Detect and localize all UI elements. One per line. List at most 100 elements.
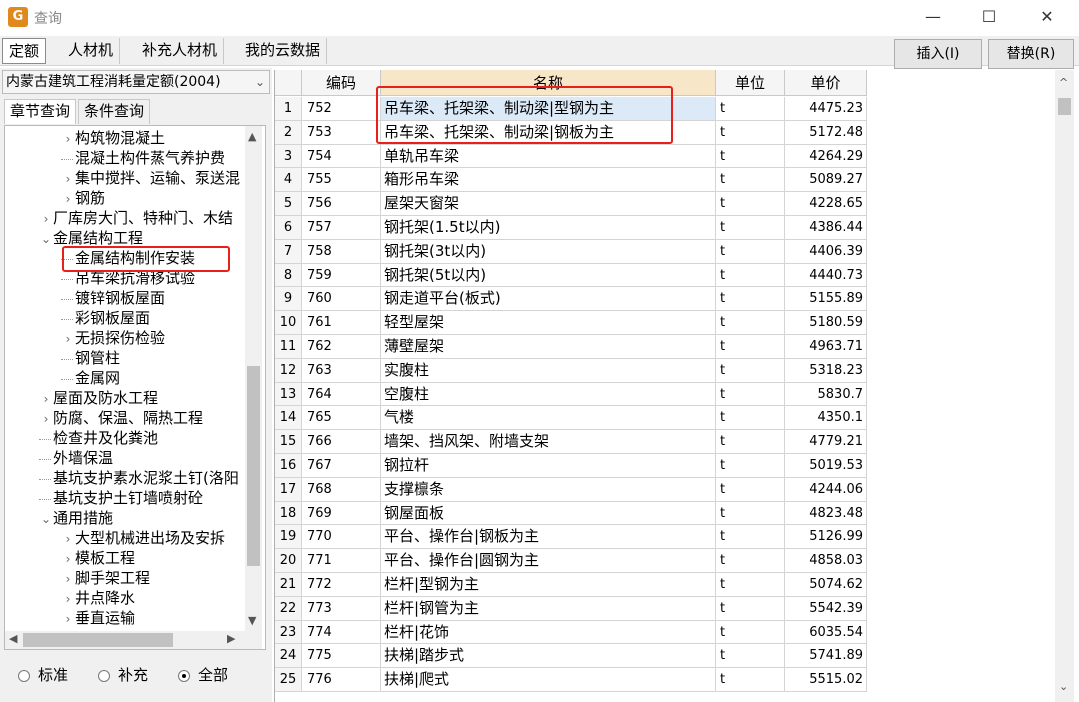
table-row[interactable]: 13 764 空腹柱 t 5830.7 xyxy=(275,382,867,407)
tree-item[interactable]: › 脚手架工程 xyxy=(61,568,150,588)
tree-item[interactable]: 金属网 xyxy=(61,368,120,388)
row-number-cell[interactable]: 5 xyxy=(275,192,302,216)
code-cell[interactable]: 753 xyxy=(302,120,381,145)
tab-quota[interactable]: 定额 xyxy=(2,38,47,64)
row-number-cell[interactable]: 12 xyxy=(275,358,302,383)
unit-cell[interactable]: t xyxy=(716,239,785,264)
code-cell[interactable]: 776 xyxy=(302,668,381,692)
tab-supplement-lmm[interactable]: 补充人材机 xyxy=(136,38,225,64)
code-cell[interactable]: 775 xyxy=(302,644,381,669)
name-cell[interactable]: 平台、操作台|钢板为主 xyxy=(381,525,716,550)
quota-library-select[interactable]: 内蒙古建筑工程消耗量定额(2004) ⌄ xyxy=(2,70,270,94)
table-row[interactable]: 25 776 扶梯|爬式 t 5515.02 xyxy=(275,668,867,692)
name-cell[interactable]: 钢托架(3t以内) xyxy=(381,239,716,264)
scroll-right-icon[interactable]: ▶ xyxy=(227,632,235,645)
minimize-button[interactable]: — xyxy=(905,0,961,34)
code-cell[interactable]: 754 xyxy=(302,144,381,169)
price-cell[interactable]: 4228.65 xyxy=(785,192,867,216)
chevron-right-icon[interactable]: › xyxy=(61,189,75,209)
name-cell[interactable]: 栏杆|型钢为主 xyxy=(381,573,716,597)
price-cell[interactable]: 5074.62 xyxy=(785,573,867,597)
unit-cell[interactable]: t xyxy=(716,501,785,526)
price-cell[interactable]: 5180.59 xyxy=(785,311,867,335)
name-cell[interactable]: 空腹柱 xyxy=(381,382,716,407)
name-cell[interactable]: 吊车梁、托架梁、制动梁|型钢为主 xyxy=(381,97,716,121)
tab-labor-material-machine[interactable]: 人材机 xyxy=(62,38,121,64)
scroll-down-icon[interactable]: ⌄ xyxy=(1059,680,1068,693)
table-row[interactable]: 16 767 钢拉杆 t 5019.53 xyxy=(275,454,867,478)
tree-item[interactable]: 吊车梁抗滑移试验 xyxy=(61,268,195,288)
price-cell[interactable]: 5830.7 xyxy=(785,382,867,407)
tree-item[interactable]: 基坑支护土钉墙喷射砼 xyxy=(39,488,203,508)
name-cell[interactable]: 扶梯|爬式 xyxy=(381,668,716,692)
chevron-right-icon[interactable]: › xyxy=(61,549,75,569)
row-number-cell[interactable]: 17 xyxy=(275,477,302,502)
unit-cell[interactable]: t xyxy=(716,311,785,335)
name-cell[interactable]: 钢拉杆 xyxy=(381,454,716,478)
header-code[interactable]: 编码 xyxy=(302,70,381,96)
name-cell[interactable]: 平台、操作台|圆钢为主 xyxy=(381,549,716,573)
scroll-left-icon[interactable]: ◀ xyxy=(9,632,17,645)
tree-item[interactable]: › 大型机械进出场及安拆 xyxy=(61,528,225,548)
unit-cell[interactable]: t xyxy=(716,406,785,431)
price-cell[interactable]: 4350.1 xyxy=(785,406,867,431)
price-cell[interactable]: 4823.48 xyxy=(785,501,867,526)
unit-cell[interactable]: t xyxy=(716,430,785,454)
code-cell[interactable]: 766 xyxy=(302,430,381,454)
name-cell[interactable]: 单轨吊车梁 xyxy=(381,144,716,169)
price-cell[interactable]: 4406.39 xyxy=(785,239,867,264)
code-cell[interactable]: 767 xyxy=(302,454,381,478)
scroll-up-icon[interactable]: ▲ xyxy=(248,130,256,143)
code-cell[interactable]: 768 xyxy=(302,477,381,502)
price-cell[interactable]: 5542.39 xyxy=(785,596,867,621)
replace-button[interactable]: 替换(R) xyxy=(988,39,1074,69)
name-cell[interactable]: 薄壁屋架 xyxy=(381,335,716,359)
row-number-cell[interactable]: 2 xyxy=(275,120,302,145)
chevron-right-icon[interactable]: › xyxy=(39,389,53,409)
chevron-right-icon[interactable]: › xyxy=(39,209,53,229)
name-cell[interactable]: 支撑檩条 xyxy=(381,477,716,502)
table-row[interactable]: 20 771 平台、操作台|圆钢为主 t 4858.03 xyxy=(275,549,867,573)
tree-scroll-thumb[interactable] xyxy=(247,366,260,566)
name-cell[interactable]: 扶梯|踏步式 xyxy=(381,644,716,669)
name-cell[interactable]: 吊车梁、托架梁、制动梁|钢板为主 xyxy=(381,120,716,145)
table-row[interactable]: 6 757 钢托架(1.5t以内) t 4386.44 xyxy=(275,216,867,240)
code-cell[interactable]: 774 xyxy=(302,620,381,645)
tree-item[interactable]: › 井点降水 xyxy=(61,588,135,608)
tree-item[interactable]: 钢管柱 xyxy=(61,348,120,368)
price-cell[interactable]: 6035.54 xyxy=(785,620,867,645)
code-cell[interactable]: 756 xyxy=(302,192,381,216)
price-cell[interactable]: 4386.44 xyxy=(785,216,867,240)
row-number-cell[interactable]: 7 xyxy=(275,239,302,264)
row-number-cell[interactable]: 25 xyxy=(275,668,302,692)
radio-supplement-icon[interactable] xyxy=(98,669,110,682)
unit-cell[interactable]: t xyxy=(716,287,785,312)
row-number-cell[interactable]: 24 xyxy=(275,644,302,669)
header-unit[interactable]: 单位 xyxy=(716,70,785,96)
row-number-cell[interactable]: 13 xyxy=(275,382,302,407)
name-cell[interactable]: 栏杆|花饰 xyxy=(381,620,716,645)
table-row[interactable]: 19 770 平台、操作台|钢板为主 t 5126.99 xyxy=(275,525,867,550)
table-row[interactable]: 18 769 钢屋面板 t 4823.48 xyxy=(275,501,867,526)
price-cell[interactable]: 5172.48 xyxy=(785,120,867,145)
tree-item[interactable]: › 屋面及防水工程 xyxy=(39,388,158,408)
unit-cell[interactable]: t xyxy=(716,263,785,288)
name-cell[interactable]: 钢走道平台(板式) xyxy=(381,287,716,312)
table-row[interactable]: 10 761 轻型屋架 t 5180.59 xyxy=(275,311,867,335)
row-number-cell[interactable]: 9 xyxy=(275,287,302,312)
tree-vertical-scrollbar[interactable]: ▲ ▼ xyxy=(245,126,262,631)
code-cell[interactable]: 773 xyxy=(302,596,381,621)
code-cell[interactable]: 760 xyxy=(302,287,381,312)
name-cell[interactable]: 钢屋面板 xyxy=(381,501,716,526)
row-number-cell[interactable]: 16 xyxy=(275,454,302,478)
name-cell[interactable]: 箱形吊车梁 xyxy=(381,168,716,193)
name-cell[interactable]: 钢托架(1.5t以内) xyxy=(381,216,716,240)
table-row[interactable]: 22 773 栏杆|钢管为主 t 5542.39 xyxy=(275,596,867,621)
unit-cell[interactable]: t xyxy=(716,596,785,621)
chevron-right-icon[interactable]: › xyxy=(61,169,75,189)
unit-cell[interactable]: t xyxy=(716,216,785,240)
name-cell[interactable]: 轻型屋架 xyxy=(381,311,716,335)
code-cell[interactable]: 765 xyxy=(302,406,381,431)
price-cell[interactable]: 5318.23 xyxy=(785,358,867,383)
tree-item[interactable]: › 钢筋 xyxy=(61,188,105,208)
